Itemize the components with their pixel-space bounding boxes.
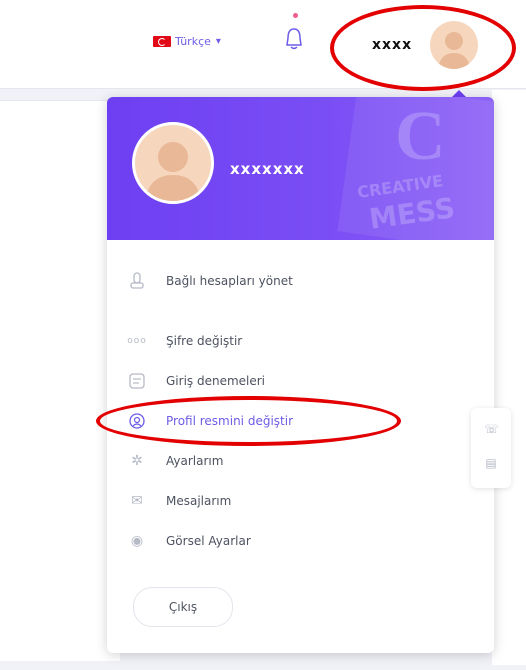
messages-icon: ✉ xyxy=(131,493,143,509)
side-widget: ☏ ▤ xyxy=(471,408,511,488)
login-attempts-icon xyxy=(127,371,147,391)
menu-item-visual-settings[interactable]: ◉ Görsel Ayarlar xyxy=(127,529,251,553)
whatsapp-icon[interactable]: ☏ xyxy=(484,422,499,436)
menu-item-manage-accounts[interactable]: Bağlı hesapları yönet xyxy=(127,269,293,293)
language-label: Türkçe xyxy=(175,35,211,48)
menu-item-label: Mesajlarım xyxy=(166,494,232,508)
notification-dot xyxy=(293,13,298,18)
menu-item-messages[interactable]: ✉ Mesajlarım xyxy=(127,489,231,513)
annotation-ellipse-user xyxy=(330,5,516,91)
turkey-flag-icon xyxy=(153,36,171,47)
dropdown-caret xyxy=(452,90,466,97)
menu-item-label: Ayarlarım xyxy=(166,454,224,468)
settings-icon: ✲ xyxy=(131,453,143,469)
logout-button[interactable]: Çıkış xyxy=(133,587,233,627)
dropdown-avatar xyxy=(132,122,214,204)
chat-icon[interactable]: ▤ xyxy=(484,456,498,470)
content-area xyxy=(0,100,120,661)
user-dropdown: C CREATIVE MESS xxxxxxx Bağlı hesapları … xyxy=(107,97,494,653)
menu-item-label: Giriş denemeleri xyxy=(166,374,266,388)
avatar-silhouette-icon xyxy=(145,142,201,201)
menu-item-settings[interactable]: ✲ Ayarlarım xyxy=(127,449,223,473)
password-icon: ooo xyxy=(127,336,147,346)
menu-item-login-attempts[interactable]: Giriş denemeleri xyxy=(127,369,265,393)
menu-item-label: Şifre değiştir xyxy=(166,334,243,348)
chevron-down-icon: ▾ xyxy=(215,36,221,47)
header-decoration-letter: C xyxy=(395,98,446,175)
menu-item-label: Bağlı hesapları yönet xyxy=(166,274,293,288)
annotation-ellipse-profile xyxy=(96,396,401,446)
dropdown-user-name: xxxxxxx xyxy=(230,160,305,178)
bell-icon[interactable] xyxy=(283,26,305,52)
language-selector[interactable]: Türkçe ▾ xyxy=(153,35,221,48)
dropdown-header: C CREATIVE MESS xxxxxxx xyxy=(107,97,494,240)
menu-item-change-password[interactable]: ooo Şifre değiştir xyxy=(127,329,242,353)
right-panel xyxy=(492,90,526,665)
connected-accounts-icon xyxy=(127,271,147,291)
eye-icon: ◉ xyxy=(130,533,144,549)
top-header: Türkçe ▾ xxxx xyxy=(0,0,526,91)
menu-item-label: Görsel Ayarlar xyxy=(166,534,251,548)
